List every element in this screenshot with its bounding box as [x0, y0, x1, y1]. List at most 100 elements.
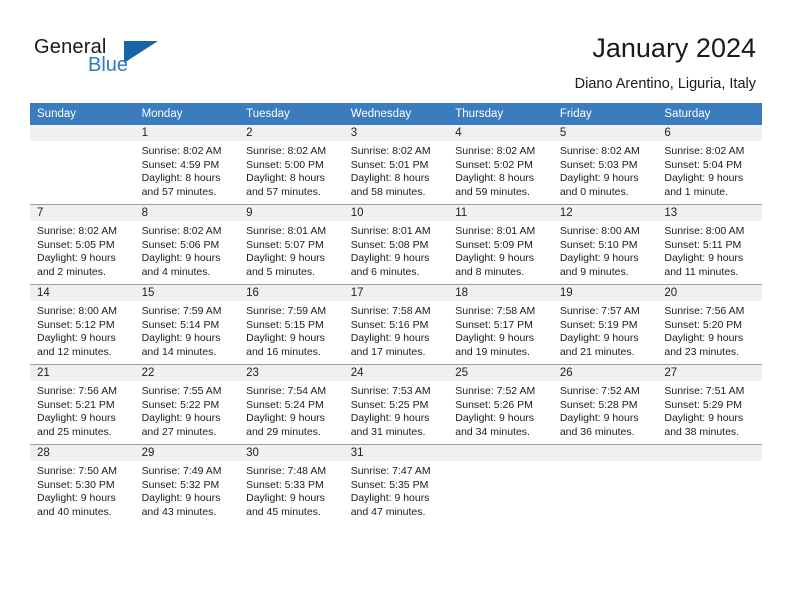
sunrise-text: Sunrise: 7:52 AM — [559, 385, 640, 397]
calendar-day-cell[interactable]: 4 Sunrise: 8:02 AM Sunset: 5:02 PM Daylight… — [448, 125, 553, 205]
daylight-text-line2: and 47 minutes. — [350, 505, 426, 518]
sunset-text: Sunset: 5:07 PM — [246, 238, 324, 251]
daylight-text-line1: Daylight: 9 hours — [37, 252, 116, 265]
sunset-text: Sunset: 5:04 PM — [664, 158, 743, 171]
calendar-day-cell[interactable]: 17 Sunrise: 7:58 AM Sunset: 5:16 PM Dayligh… — [343, 284, 449, 365]
calendar-day-cell[interactable]: 14 Sunrise: 8:00 AM Sunset: 5:12 PM Dayligh… — [30, 284, 135, 365]
sunset-text: Sunset: 5:09 PM — [455, 238, 533, 251]
calendar-day-cell[interactable]: 6 Sunrise: 8:02 AM Sunset: 5:04 PM Daylight… — [657, 125, 762, 205]
calendar-day-cell[interactable]: 7 Sunrise: 8:02 AM Sunset: 5:05 PM Daylight… — [30, 204, 135, 285]
day-details: Sunrise: 8:02 AM Sunset: 4:59 PM Daylight:… — [135, 141, 240, 199]
calendar-day-cell[interactable]: 24 Sunrise: 7:53 AM Sunset: 5:25 PM Dayligh… — [343, 364, 449, 445]
calendar-day-cell[interactable]: 12 Sunrise: 8:00 AM Sunset: 5:10 PM Dayligh… — [552, 204, 658, 285]
day-number: 25 — [448, 365, 553, 381]
daylight-text-line1: Daylight: 9 hours — [141, 492, 221, 505]
daylight-text-line1: Daylight: 9 hours — [141, 412, 221, 425]
daylight-text-line2: and 31 minutes. — [350, 425, 426, 438]
sunset-text: Sunset: 5:00 PM — [246, 158, 324, 171]
calendar-day-cell[interactable]: 13 Sunrise: 8:00 AM Sunset: 5:11 PM Dayligh… — [657, 204, 762, 285]
daylight-text-line1: Daylight: 9 hours — [350, 332, 430, 345]
calendar-week-row: 7 Sunrise: 8:02 AM Sunset: 5:05 PM Daylight… — [30, 204, 762, 285]
sunset-text: Sunset: 5:19 PM — [559, 318, 638, 331]
calendar-day-cell[interactable]: 28 Sunrise: 7:50 AM Sunset: 5:30 PM Dayligh… — [30, 444, 135, 524]
day-details: Sunrise: 7:48 AM Sunset: 5:33 PM Daylight:… — [239, 461, 344, 519]
calendar-day-cell[interactable]: 22 Sunrise: 7:55 AM Sunset: 5:22 PM Dayligh… — [134, 364, 240, 445]
calendar-day-cell[interactable]: 25 Sunrise: 7:52 AM Sunset: 5:26 PM Dayligh… — [448, 364, 553, 445]
daylight-text-line1: Daylight: 9 hours — [246, 492, 325, 505]
sunrise-text: Sunrise: 8:01 AM — [350, 225, 431, 237]
calendar-day-cell[interactable]: 15 Sunrise: 7:59 AM Sunset: 5:14 PM Dayligh… — [134, 284, 240, 365]
daylight-text-line2: and 25 minutes. — [37, 425, 112, 438]
weekday-header-sunday: Sunday — [30, 103, 135, 125]
sunrise-text: Sunrise: 7:56 AM — [37, 385, 117, 397]
day-details: Sunrise: 7:52 AM Sunset: 5:26 PM Daylight:… — [448, 381, 553, 439]
daylight-text-line1: Daylight: 9 hours — [664, 332, 744, 345]
daylight-text-line1: Daylight: 9 hours — [664, 412, 744, 425]
calendar-day-cell[interactable]: 23 Sunrise: 7:54 AM Sunset: 5:24 PM Dayligh… — [239, 364, 344, 445]
calendar-day-cell[interactable]: 30 Sunrise: 7:48 AM Sunset: 5:33 PM Dayligh… — [239, 444, 344, 524]
day-number — [30, 125, 135, 141]
daylight-text-line2: and 59 minutes. — [455, 185, 530, 198]
sunrise-text: Sunrise: 7:58 AM — [350, 305, 431, 317]
brand-logo[interactable]: General Blue — [34, 36, 214, 84]
daylight-text-line1: Daylight: 9 hours — [559, 412, 639, 425]
day-number: 24 — [343, 365, 449, 381]
weekday-header-tuesday: Tuesday — [239, 103, 344, 125]
day-details: Sunrise: 8:02 AM Sunset: 5:04 PM Daylight:… — [657, 141, 762, 199]
day-number: 19 — [552, 285, 658, 301]
day-details: Sunrise: 7:54 AM Sunset: 5:24 PM Daylight:… — [239, 381, 344, 439]
sunrise-text: Sunrise: 7:56 AM — [664, 305, 745, 317]
day-number: 3 — [343, 125, 449, 141]
day-details: Sunrise: 7:50 AM Sunset: 5:30 PM Daylight:… — [30, 461, 135, 519]
weekday-header-monday: Monday — [134, 103, 240, 125]
calendar-day-cell[interactable]: 29 Sunrise: 7:49 AM Sunset: 5:32 PM Dayligh… — [134, 444, 240, 524]
daylight-text-line2: and 12 minutes. — [37, 345, 112, 358]
day-number — [657, 445, 762, 461]
sunset-text: Sunset: 5:33 PM — [246, 478, 324, 491]
daylight-text-line2: and 8 minutes. — [455, 265, 525, 278]
sunset-text: Sunset: 5:22 PM — [141, 398, 220, 411]
sunset-text: Sunset: 5:17 PM — [455, 318, 533, 331]
daylight-text-line2: and 34 minutes. — [455, 425, 530, 438]
calendar-day-cell[interactable]: 31 Sunrise: 7:47 AM Sunset: 5:35 PM Dayligh… — [343, 444, 449, 524]
daylight-text-line2: and 2 minutes. — [37, 265, 106, 278]
calendar-day-cell[interactable]: 18 Sunrise: 7:58 AM Sunset: 5:17 PM Dayligh… — [448, 284, 553, 365]
day-number: 9 — [239, 205, 344, 221]
sunrise-text: Sunrise: 8:02 AM — [455, 145, 536, 157]
calendar-day-cell[interactable]: 2 Sunrise: 8:02 AM Sunset: 5:00 PM Daylight… — [239, 125, 344, 205]
calendar-day-cell[interactable]: 8 Sunrise: 8:02 AM Sunset: 5:06 PM Daylight… — [134, 204, 240, 285]
calendar-day-cell[interactable]: 19 Sunrise: 7:57 AM Sunset: 5:19 PM Dayligh… — [552, 284, 658, 365]
sunrise-text: Sunrise: 8:02 AM — [246, 145, 327, 157]
calendar-day-cell[interactable]: 10 Sunrise: 8:01 AM Sunset: 5:08 PM Dayligh… — [343, 204, 449, 285]
daylight-text-line2: and 16 minutes. — [246, 345, 321, 358]
calendar-day-cell[interactable]: 1 Sunrise: 8:02 AM Sunset: 4:59 PM Daylight… — [134, 125, 240, 205]
calendar-day-cell[interactable]: 11 Sunrise: 8:01 AM Sunset: 5:09 PM Dayligh… — [448, 204, 553, 285]
calendar-day-cell[interactable]: 21 Sunrise: 7:56 AM Sunset: 5:21 PM Dayligh… — [30, 364, 135, 445]
sunrise-text: Sunrise: 8:02 AM — [664, 145, 745, 157]
day-number: 17 — [343, 285, 449, 301]
sunset-text: Sunset: 5:21 PM — [37, 398, 115, 411]
daylight-text-line1: Daylight: 9 hours — [664, 252, 744, 265]
calendar-day-cell[interactable]: 16 Sunrise: 7:59 AM Sunset: 5:15 PM Dayligh… — [239, 284, 344, 365]
calendar-day-cell[interactable]: 20 Sunrise: 7:56 AM Sunset: 5:20 PM Dayligh… — [657, 284, 762, 365]
day-number: 15 — [134, 285, 240, 301]
calendar-day-cell[interactable]: 9 Sunrise: 8:01 AM Sunset: 5:07 PM Daylight… — [239, 204, 344, 285]
daylight-text-line2: and 21 minutes. — [559, 345, 635, 358]
calendar-day-cell-empty — [657, 444, 762, 524]
calendar-day-cell[interactable]: 3 Sunrise: 8:02 AM Sunset: 5:01 PM Daylight… — [343, 125, 449, 205]
daylight-text-line1: Daylight: 9 hours — [246, 252, 325, 265]
daylight-text-line1: Daylight: 9 hours — [141, 332, 221, 345]
day-number: 10 — [343, 205, 449, 221]
sunrise-text: Sunrise: 7:54 AM — [246, 385, 327, 397]
day-number: 12 — [552, 205, 658, 221]
sunrise-text: Sunrise: 8:00 AM — [37, 305, 117, 317]
calendar-day-cell[interactable]: 26 Sunrise: 7:52 AM Sunset: 5:28 PM Dayligh… — [552, 364, 658, 445]
day-number: 27 — [657, 365, 762, 381]
calendar-day-cell[interactable]: 27 Sunrise: 7:51 AM Sunset: 5:29 PM Dayligh… — [657, 364, 762, 445]
calendar-day-cell[interactable]: 5 Sunrise: 8:02 AM Sunset: 5:03 PM Daylight… — [552, 125, 658, 205]
sunset-text: Sunset: 5:35 PM — [350, 478, 429, 491]
day-number: 21 — [30, 365, 135, 381]
brand-name-blue: Blue — [88, 54, 129, 76]
day-details: Sunrise: 7:49 AM Sunset: 5:32 PM Daylight:… — [135, 461, 240, 519]
sunset-text: Sunset: 5:08 PM — [350, 238, 429, 251]
